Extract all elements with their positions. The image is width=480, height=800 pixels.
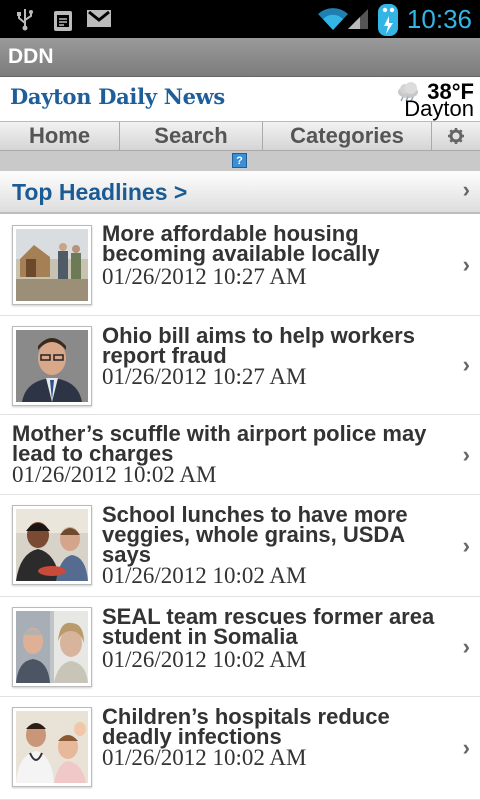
article-headline: School lunches to have more veggies, who… <box>102 502 408 567</box>
nav-home-tab[interactable]: Home <box>0 122 120 150</box>
help-icon[interactable]: ? <box>232 153 247 168</box>
article-thumbnail <box>12 326 92 406</box>
article-thumbnail <box>12 505 92 585</box>
article-date: 01/26/2012 10:02 AM <box>102 563 307 588</box>
chevron-right-icon: › <box>462 532 470 558</box>
list-item[interactable]: Mother’s scuffle with airport police may… <box>0 415 480 495</box>
chevron-right-icon: › <box>462 633 470 659</box>
section-title: Top Headlines > <box>12 179 188 205</box>
wifi-icon <box>318 8 348 30</box>
chevron-right-icon: › <box>462 441 470 467</box>
nav-bar: Home Search Categories <box>0 121 480 151</box>
gear-icon <box>448 128 464 144</box>
list-item[interactable]: School lunches to have more veggies, who… <box>0 495 480 597</box>
article-date: 01/26/2012 10:02 AM <box>12 462 217 487</box>
weather-city[interactable]: Dayton <box>404 96 474 122</box>
article-date: 01/26/2012 10:27 AM <box>102 364 307 389</box>
nav-categories-tab[interactable]: Categories <box>263 122 432 150</box>
hospital-photo <box>16 711 88 783</box>
article-headline: Mother’s scuffle with airport police may… <box>12 421 427 466</box>
masthead: Dayton Daily News 38°F Dayton <box>0 77 480 121</box>
article-headline: SEAL team rescues former area student in… <box>102 604 435 649</box>
clock-time: 10:36 <box>406 4 472 34</box>
school-lunch-photo <box>16 509 88 581</box>
usb-icon <box>17 9 33 31</box>
list-item[interactable]: More affordable housing becoming availab… <box>0 214 480 316</box>
article-thumbnail <box>12 607 92 687</box>
chevron-right-icon: › <box>462 352 470 377</box>
settings-button[interactable] <box>432 122 480 150</box>
construction-photo <box>16 229 88 301</box>
app-title: DDN <box>8 45 54 68</box>
newspaper-logo[interactable]: Dayton Daily News <box>10 84 225 109</box>
article-thumbnail <box>12 225 92 305</box>
chevron-right-icon: › <box>462 735 470 760</box>
nav-search-tab[interactable]: Search <box>120 122 263 150</box>
list-item[interactable]: SEAL team rescues former area student in… <box>0 597 480 697</box>
article-thumbnail <box>12 707 92 787</box>
signal-icon <box>348 9 368 29</box>
article-date: 01/26/2012 10:02 AM <box>102 647 307 672</box>
article-date: 01/26/2012 10:02 AM <box>102 745 307 770</box>
article-headline: More affordable housing becoming availab… <box>102 221 380 266</box>
app-title-bar: DDN <box>0 38 480 77</box>
two-portraits-photo <box>16 611 88 683</box>
battery-charging-icon <box>378 4 398 36</box>
android-debug-icon <box>54 11 72 31</box>
man-portrait-photo <box>16 330 88 402</box>
article-headline: Children’s hospitals reduce deadly infec… <box>102 704 390 749</box>
article-date: 01/26/2012 10:27 AM <box>102 264 307 289</box>
top-headlines-header[interactable]: Top Headlines > › <box>0 171 480 214</box>
help-bar: ? <box>0 151 480 171</box>
article-headline: Ohio bill aims to help workers report fr… <box>102 323 415 368</box>
gmail-icon <box>87 10 111 27</box>
status-bar: 10:36 <box>0 0 480 38</box>
list-item[interactable]: Children’s hospitals reduce deadly infec… <box>0 697 480 800</box>
chevron-right-icon: › <box>462 251 470 277</box>
list-item[interactable]: Ohio bill aims to help workers report fr… <box>0 316 480 415</box>
chevron-right-icon: › <box>462 177 470 202</box>
